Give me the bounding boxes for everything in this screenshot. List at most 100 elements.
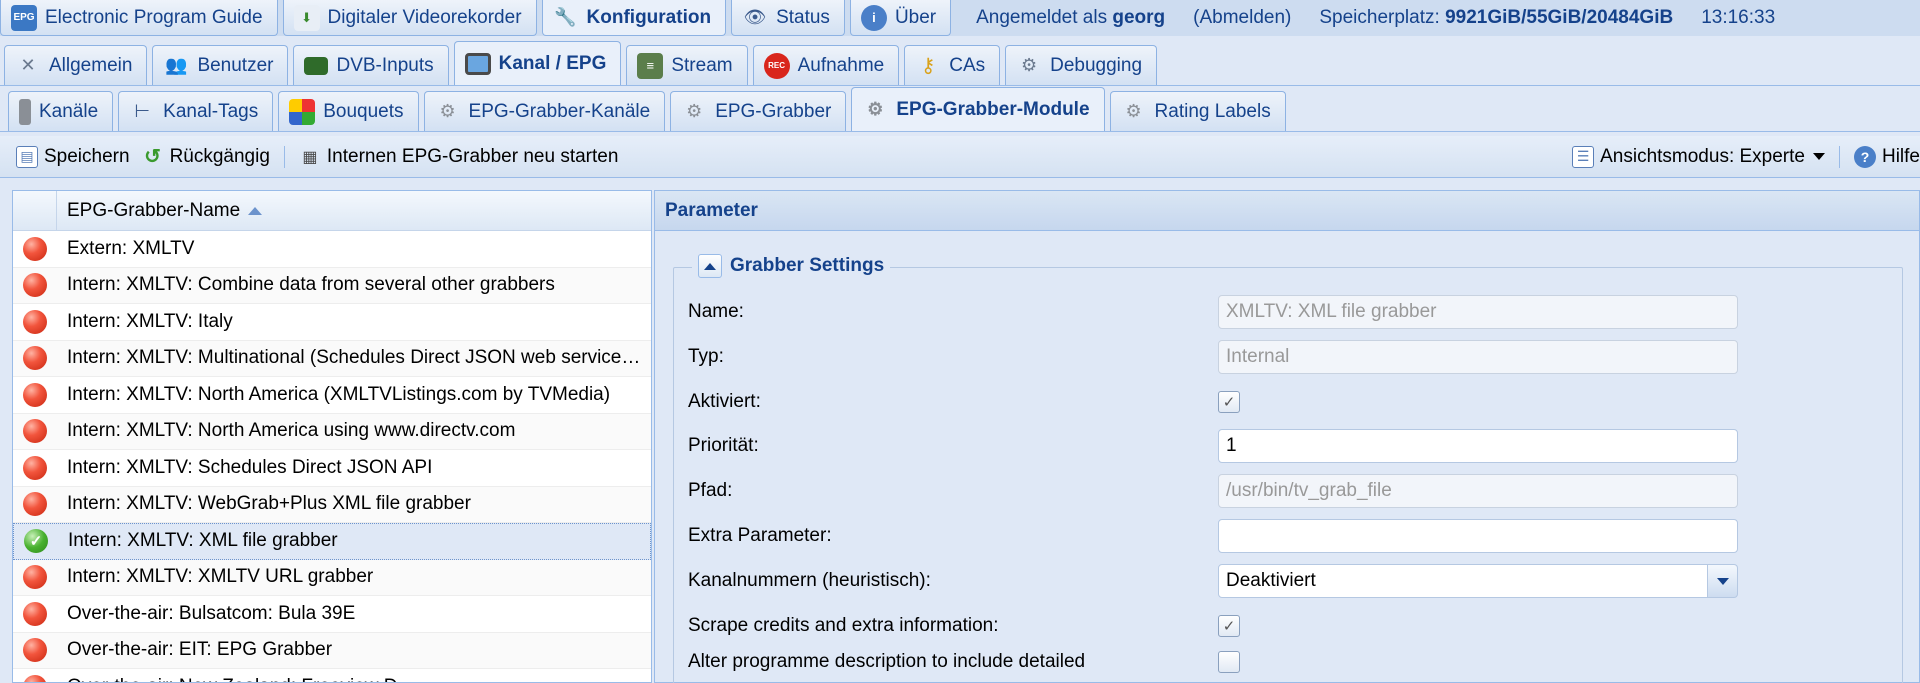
priority-input[interactable]: 1 (1218, 429, 1738, 463)
tab-label: Konfiguration (586, 6, 712, 28)
grabber-grid: EPG-Grabber-Name Extern: XMLTV Intern: XM… (12, 190, 652, 683)
tree-icon: ⊢ (134, 101, 151, 121)
toolbar-separator (283, 145, 285, 168)
extra-params-input[interactable] (1218, 519, 1738, 553)
tab-configuration[interactable]: 🔧 Konfiguration (541, 0, 727, 36)
help-label: Hilfe (1881, 145, 1920, 167)
storage-label: Speicherplatz: (1319, 7, 1440, 28)
gear-icon: ⚙ (439, 101, 456, 121)
grabber-settings-fieldset: Grabber Settings Name: XMLTV: XML file g… (673, 254, 1903, 683)
eye-icon: 👁 (743, 7, 767, 27)
enabled-label: Aktiviert: (688, 391, 761, 412)
name-column-header[interactable]: EPG-Grabber-Name (57, 191, 651, 230)
grabber-settings-legend: Grabber Settings (692, 254, 891, 278)
grabber-name: Intern: XMLTV: North America using www.d… (67, 420, 516, 442)
grabber-row[interactable]: Intern: XMLTV: XMLTV URL grabber (13, 559, 651, 596)
grabber-row[interactable]: Intern: XMLTV: North America (XMLTVListi… (13, 377, 651, 414)
tab-status[interactable]: 👁 Status (731, 0, 845, 36)
grabber-row[interactable]: Over-the-air: Bulsatcom: Bula 39E (13, 596, 651, 633)
tab-channels[interactable]: Kanäle (8, 91, 114, 131)
grabber-row[interactable]: Intern: XMLTV: Italy (13, 304, 651, 341)
alter-description-checkbox[interactable] (1218, 651, 1240, 673)
tab-epg-grabber-channels[interactable]: ⚙ EPG-Grabber-Kanäle (423, 91, 666, 131)
grabber-row[interactable]: Intern: XMLTV: Multinational (Schedules … (13, 340, 651, 377)
save-icon: ▤ (16, 145, 38, 168)
view-mode-dropdown[interactable]: ☰ Ansichtsmodus: Experte (1566, 142, 1831, 172)
status-cell (13, 346, 57, 371)
tab-general[interactable]: ✕ Allgemein (4, 45, 148, 85)
extra-params-label: Extra Parameter: (688, 525, 832, 546)
tab-dvr[interactable]: ⬇ Digitaler Videorekorder (282, 0, 537, 36)
enabled-checkbox[interactable]: ✓ (1218, 391, 1240, 413)
field-scrape-credits: Scrape credits and extra information: ✓ (688, 608, 1888, 644)
status-cell (13, 565, 57, 590)
grabber-row[interactable]: Intern: XMLTV: Schedules Direct JSON API (13, 450, 651, 487)
tab-label: Über (894, 6, 937, 28)
restart-grabber-button[interactable]: ▦ Internen EPG-Grabber neu starten (293, 142, 625, 172)
path-label: Pfad: (688, 480, 733, 501)
stream-icon: ≡ (637, 52, 664, 79)
disabled-status-icon (23, 346, 47, 371)
grabber-row[interactable]: Over-the-air: EIT: EPG Grabber (13, 632, 651, 669)
remote-icon (19, 98, 31, 125)
field-type: Typ: Internal (688, 339, 1888, 375)
grabber-name: Intern: XMLTV: WebGrab+Plus XML file gra… (67, 493, 471, 515)
tab-label: Debugging (1050, 54, 1143, 76)
grabber-name: Intern: XMLTV: Combine data from several… (67, 274, 555, 296)
field-path: Pfad: /usr/bin/tv_grab_file (688, 473, 1888, 509)
tab-epg[interactable]: EPG Electronic Program Guide (0, 0, 278, 36)
save-button[interactable]: ▤ Speichern (10, 142, 136, 172)
tab-users[interactable]: 👥 Benutzer (152, 45, 289, 85)
scrape-credits-checkbox[interactable]: ✓ (1218, 615, 1240, 637)
tab-about[interactable]: i Über (849, 0, 952, 36)
clock: 13:16:33 (1701, 7, 1776, 28)
users-icon: 👥 (165, 55, 188, 75)
disabled-status-icon (23, 382, 47, 407)
tab-bouquets[interactable]: Bouquets (278, 91, 419, 131)
tab-cas[interactable]: ⚷ CAs (904, 45, 1001, 85)
tools-icon: ✕ (20, 55, 36, 75)
grabber-name: Intern: XMLTV: XMLTV URL grabber (67, 566, 374, 588)
tab-epg-grabber-modules[interactable]: ⚙ EPG-Grabber-Module (851, 87, 1105, 131)
download-icon: ⬇ (293, 4, 320, 31)
grabber-row[interactable]: Intern: XMLTV: Combine data from several… (13, 267, 651, 304)
path-input[interactable]: /usr/bin/tv_grab_file (1218, 474, 1738, 508)
channel-numbers-select[interactable]: Deaktiviert (1218, 564, 1738, 598)
grabber-row[interactable]: Intern: XMLTV: WebGrab+Plus XML file gra… (13, 486, 651, 523)
tab-epg-grabber[interactable]: ⚙ EPG-Grabber (670, 91, 847, 131)
grabber-row[interactable]: ✓ Intern: XMLTV: XML file grabber (13, 523, 651, 560)
tab-label: Status (776, 6, 830, 28)
collapse-button[interactable] (698, 254, 722, 278)
list-icon: ☰ (1572, 145, 1595, 168)
chevron-down-icon (1812, 153, 1825, 160)
grabber-row[interactable]: Over-the-air: New Zealand: Freeview D… (13, 669, 651, 682)
parameter-panel: Parameter Grabber Settings Name: XMLTV: … (654, 190, 1920, 683)
dropdown-trigger[interactable] (1708, 564, 1738, 598)
channel-numbers-value[interactable]: Deaktiviert (1218, 564, 1708, 598)
logout-link[interactable]: (Abmelden) (1193, 7, 1291, 29)
tab-recording[interactable]: REC Aufnahme (752, 45, 900, 85)
tab-debugging[interactable]: ⚙ Debugging (1005, 45, 1158, 85)
status-cell (13, 382, 57, 407)
type-input[interactable]: Internal (1218, 340, 1738, 374)
tab-label: EPG-Grabber-Module (896, 98, 1090, 120)
tab-channel-tags[interactable]: ⊢ Kanal-Tags (118, 91, 274, 131)
grabber-row[interactable]: Extern: XMLTV (13, 231, 651, 268)
name-input[interactable]: XMLTV: XML file grabber (1218, 295, 1738, 329)
tab-stream[interactable]: ≡ Stream (626, 45, 748, 85)
disabled-status-icon (23, 492, 47, 517)
status-info: Angemeldet als georg (Abmelden) Speicher… (976, 0, 1775, 36)
save-label: Speichern (44, 145, 130, 167)
grabber-row[interactable]: Intern: XMLTV: North America using www.d… (13, 413, 651, 450)
undo-button[interactable]: ↺ Rückgängig (136, 142, 276, 172)
tab-channel-epg[interactable]: Kanal / EPG (453, 41, 622, 85)
disabled-status-icon (23, 601, 47, 626)
grabber-name: Extern: XMLTV (67, 237, 195, 259)
username: georg (1112, 7, 1166, 28)
tab-label: Benutzer (197, 54, 274, 76)
tab-dvb-inputs[interactable]: DVB-Inputs (293, 45, 449, 85)
help-button[interactable]: ? Hilfe (1848, 142, 1920, 172)
tab-label: Bouquets (323, 100, 404, 122)
tab-rating-labels[interactable]: ⚙ Rating Labels (1109, 91, 1286, 131)
grabber-name: Intern: XMLTV: Schedules Direct JSON API (67, 456, 433, 478)
